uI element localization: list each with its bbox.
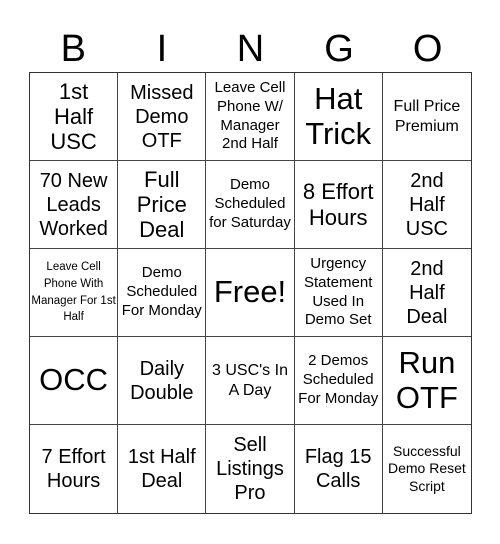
- cell-text: Daily Double: [130, 357, 194, 404]
- cell-text: Sell Listings Pro: [216, 434, 284, 504]
- cell-text: 8 Effort Hours: [302, 179, 374, 230]
- bingo-cell[interactable]: Missed Demo OTF: [118, 73, 207, 161]
- cell-text: Successful Demo Reset Script: [387, 442, 466, 494]
- bingo-cell[interactable]: 1st Half Deal: [118, 425, 207, 513]
- bingo-header: B I N G O: [29, 26, 472, 72]
- cell-text: Free!: [213, 274, 287, 310]
- cell-text: 70 New Leads Worked: [39, 169, 108, 240]
- bingo-cell[interactable]: Demo Scheduled For Monday: [118, 249, 207, 337]
- cell-text: 3 USC's In A Day: [212, 362, 288, 399]
- cell-text: 2nd Half Deal: [406, 257, 448, 328]
- cell-text: Full Price Premium: [393, 98, 461, 135]
- bingo-cell[interactable]: Full Price Premium: [382, 73, 471, 161]
- cell-text: Leave Cell Phone W/ Manager 2nd Half: [214, 79, 286, 153]
- bingo-cell[interactable]: 2nd Half Deal: [382, 249, 471, 337]
- bingo-cell[interactable]: Sell Listings Pro: [206, 425, 295, 513]
- cell-text: 7 Effort Hours: [41, 446, 106, 492]
- bingo-cell[interactable]: Leave Cell Phone W/ Manager 2nd Half: [206, 73, 295, 161]
- bingo-cell[interactable]: 2 Demos Scheduled For Monday: [294, 337, 383, 425]
- free-space-cell[interactable]: Free!: [206, 249, 295, 337]
- bingo-cell[interactable]: Flag 15 Calls: [295, 425, 383, 513]
- header-letter-g: G: [324, 28, 354, 70]
- bingo-cell[interactable]: Daily Double: [118, 337, 207, 425]
- bingo-cell[interactable]: Full Price Deal: [118, 161, 207, 249]
- bingo-cell[interactable]: Successful Demo Reset Script: [383, 425, 471, 513]
- cell-text: Full Price Deal: [136, 166, 187, 243]
- cell-text: Run OTF: [395, 345, 458, 415]
- bingo-cell[interactable]: Hat Trick: [294, 73, 383, 161]
- cell-text: Flag 15 Calls: [304, 446, 372, 492]
- header-letter-o: O: [412, 28, 443, 70]
- bingo-cell[interactable]: 3 USC's In A Day: [206, 337, 295, 425]
- cell-text: OCC: [39, 362, 109, 398]
- header-letter-i: I: [156, 28, 168, 70]
- bingo-cell[interactable]: 70 New Leads Worked: [30, 161, 119, 249]
- cell-text: Urgency Statement Used In Demo Set: [304, 255, 373, 329]
- cell-text: 1st Half Deal: [127, 446, 196, 492]
- bingo-cell[interactable]: 8 Effort Hours: [294, 161, 383, 249]
- cell-text: Hat Trick: [305, 81, 372, 151]
- cell-text: Demo Scheduled For Monday: [121, 264, 202, 319]
- bingo-cell[interactable]: Leave Cell Phone With Manager For 1st Ha…: [30, 249, 119, 337]
- bingo-cell[interactable]: Urgency Statement Used In Demo Set: [294, 249, 383, 337]
- bingo-cell[interactable]: OCC: [30, 337, 119, 425]
- cell-text: 1st Half USC: [50, 78, 97, 155]
- bingo-cell[interactable]: 7 Effort Hours: [30, 425, 119, 513]
- bingo-cell[interactable]: 2nd Half USC: [382, 161, 471, 249]
- cell-text: 2nd Half USC: [405, 169, 448, 240]
- cell-text: Demo Scheduled for Saturday: [209, 176, 291, 231]
- bingo-cell[interactable]: Demo Scheduled for Saturday: [206, 161, 295, 249]
- bingo-cell[interactable]: 1st Half USC: [30, 73, 119, 161]
- bingo-cell[interactable]: Run OTF: [382, 337, 471, 425]
- header-letter-b: B: [60, 28, 86, 70]
- cell-text: Leave Cell Phone With Manager For 1st Ha…: [31, 261, 116, 324]
- cell-text: 2 Demos Scheduled For Monday: [298, 352, 379, 407]
- bingo-card-grid: 1st Half USC Missed Demo OTF Leave Cell …: [29, 72, 472, 514]
- header-letter-n: N: [236, 28, 265, 70]
- cell-text: Missed Demo OTF: [130, 81, 194, 152]
